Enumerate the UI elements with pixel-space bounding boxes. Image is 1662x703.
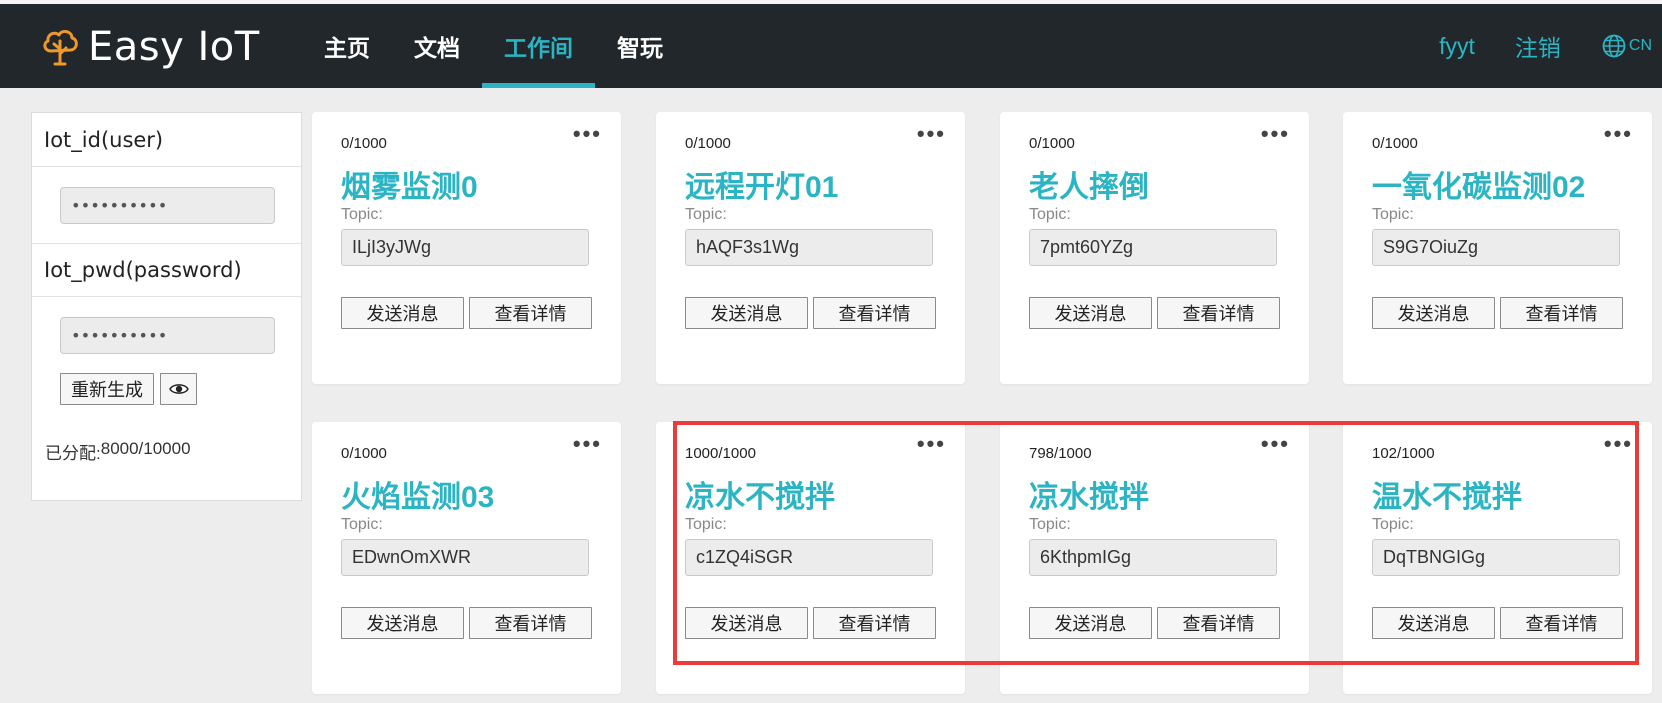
view-details-button[interactable]: 查看详情 bbox=[813, 607, 936, 639]
globe-icon bbox=[1602, 34, 1626, 58]
topic-field[interactable]: S9G7OiuZg bbox=[1372, 229, 1620, 266]
topic-label: Topic: bbox=[341, 206, 383, 223]
topic-label: Topic: bbox=[1029, 206, 1071, 223]
credentials-panel: Iot_id(user) Iot_pwd(password) 重新生成 已分配:… bbox=[31, 112, 302, 501]
more-options-icon[interactable]: ••• bbox=[917, 431, 946, 457]
logo-text: Easy IoT bbox=[88, 24, 260, 70]
device-card: 102/1000 ••• 温水不搅拌 Topic: DqTBNGIGg 发送消息… bbox=[1343, 422, 1652, 694]
language-code: CN bbox=[1628, 37, 1652, 54]
iot-password-field[interactable] bbox=[60, 316, 275, 354]
send-message-button[interactable]: 发送消息 bbox=[1029, 607, 1152, 639]
device-card: 0/1000 ••• 烟雾监测0 Topic: ILjI3yJWg 发送消息 查… bbox=[312, 112, 621, 384]
device-card: 0/1000 ••• 老人摔倒 Topic: 7pmt60YZg 发送消息 查看… bbox=[1000, 112, 1309, 384]
eye-icon bbox=[168, 384, 189, 394]
device-card: 0/1000 ••• 远程开灯01 Topic: hAQF3s1Wg 发送消息 … bbox=[656, 112, 965, 384]
nav-docs[interactable]: 文档 bbox=[392, 4, 482, 88]
allocated-label: 已分配: bbox=[45, 444, 101, 463]
device-title: 远程开灯01 bbox=[685, 171, 839, 204]
user-area: fyyt 注销 CN bbox=[1439, 4, 1652, 88]
nav-home[interactable]: 主页 bbox=[302, 4, 392, 88]
send-message-button[interactable]: 发送消息 bbox=[341, 297, 464, 329]
topic-field[interactable]: ILjI3yJWg bbox=[341, 229, 589, 266]
device-title: 温水不搅拌 bbox=[1372, 481, 1522, 514]
message-count: 102/1000 bbox=[1372, 445, 1435, 462]
device-card: 0/1000 ••• 一氧化碳监测02 Topic: S9G7OiuZg 发送消… bbox=[1343, 112, 1652, 384]
device-card: 798/1000 ••• 凉水搅拌 Topic: 6KthpmIGg 发送消息 … bbox=[1000, 422, 1309, 694]
device-title: 老人摔倒 bbox=[1029, 171, 1149, 204]
device-title: 凉水不搅拌 bbox=[685, 481, 835, 514]
nav-smart-play[interactable]: 智玩 bbox=[595, 4, 685, 88]
message-count: 0/1000 bbox=[341, 135, 387, 152]
topic-field[interactable]: c1ZQ4iSGR bbox=[685, 539, 933, 576]
send-message-button[interactable]: 发送消息 bbox=[341, 607, 464, 639]
device-card: 1000/1000 ••• 凉水不搅拌 Topic: c1ZQ4iSGR 发送消… bbox=[656, 422, 965, 694]
message-count: 0/1000 bbox=[1372, 135, 1418, 152]
more-options-icon[interactable]: ••• bbox=[1261, 121, 1290, 147]
view-details-button[interactable]: 查看详情 bbox=[469, 297, 592, 329]
topic-label: Topic: bbox=[1372, 516, 1414, 533]
language-switcher[interactable]: CN bbox=[1601, 33, 1652, 59]
more-options-icon[interactable]: ••• bbox=[1261, 431, 1290, 457]
topic-field[interactable]: 6KthpmIGg bbox=[1029, 539, 1277, 576]
topic-field[interactable]: EDwnOmXWR bbox=[341, 539, 589, 576]
message-count: 798/1000 bbox=[1029, 445, 1092, 462]
allocation-status: 已分配: 8000/10000 bbox=[32, 439, 301, 464]
send-message-button[interactable]: 发送消息 bbox=[1372, 297, 1495, 329]
send-message-button[interactable]: 发送消息 bbox=[1029, 297, 1152, 329]
message-count: 0/1000 bbox=[1029, 135, 1075, 152]
more-options-icon[interactable]: ••• bbox=[917, 121, 946, 147]
view-details-button[interactable]: 查看详情 bbox=[469, 607, 592, 639]
allocated-value: 8000/10000 bbox=[100, 439, 191, 458]
logout-link[interactable]: 注销 bbox=[1515, 29, 1561, 63]
topic-label: Topic: bbox=[685, 206, 727, 223]
more-options-icon[interactable]: ••• bbox=[573, 431, 602, 457]
topic-label: Topic: bbox=[341, 516, 383, 533]
device-title: 火焰监测03 bbox=[341, 481, 495, 514]
iot-id-field[interactable] bbox=[60, 186, 275, 224]
view-details-button[interactable]: 查看详情 bbox=[1157, 297, 1280, 329]
message-count: 1000/1000 bbox=[685, 445, 756, 462]
send-message-button[interactable]: 发送消息 bbox=[685, 607, 808, 639]
more-options-icon[interactable]: ••• bbox=[1604, 431, 1633, 457]
topic-label: Topic: bbox=[1029, 516, 1071, 533]
toggle-visibility-button[interactable] bbox=[160, 373, 197, 405]
view-details-button[interactable]: 查看详情 bbox=[1500, 297, 1623, 329]
view-details-button[interactable]: 查看详情 bbox=[1157, 607, 1280, 639]
send-message-button[interactable]: 发送消息 bbox=[1372, 607, 1495, 639]
topic-label: Topic: bbox=[685, 516, 727, 533]
nav-workspace[interactable]: 工作间 bbox=[482, 4, 595, 88]
top-navigation-bar: Easy IoT 主页 文档 工作间 智玩 fyyt 注销 CN bbox=[0, 0, 1662, 88]
message-count: 0/1000 bbox=[341, 445, 387, 462]
username-link[interactable]: fyyt bbox=[1439, 33, 1475, 60]
more-options-icon[interactable]: ••• bbox=[573, 121, 602, 147]
topic-label: Topic: bbox=[1372, 206, 1414, 223]
device-title: 凉水搅拌 bbox=[1029, 481, 1149, 514]
device-title: 烟雾监测0 bbox=[341, 171, 478, 204]
topic-field[interactable]: DqTBNGIGg bbox=[1372, 539, 1620, 576]
logo[interactable]: Easy IoT bbox=[40, 22, 260, 72]
cloud-tree-icon bbox=[43, 29, 78, 66]
topic-field[interactable]: 7pmt60YZg bbox=[1029, 229, 1277, 266]
main-nav: 主页 文档 工作间 智玩 bbox=[302, 4, 685, 88]
regenerate-button[interactable]: 重新生成 bbox=[60, 373, 154, 405]
device-card: 0/1000 ••• 火焰监测03 Topic: EDwnOmXWR 发送消息 … bbox=[312, 422, 621, 694]
iot-id-label: Iot_id(user) bbox=[32, 113, 301, 167]
device-title: 一氧化碳监测02 bbox=[1372, 171, 1586, 204]
message-count: 0/1000 bbox=[685, 135, 731, 152]
more-options-icon[interactable]: ••• bbox=[1604, 121, 1633, 147]
send-message-button[interactable]: 发送消息 bbox=[685, 297, 808, 329]
topic-field[interactable]: hAQF3s1Wg bbox=[685, 229, 933, 266]
view-details-button[interactable]: 查看详情 bbox=[813, 297, 936, 329]
iot-pwd-label: Iot_pwd(password) bbox=[32, 243, 301, 297]
view-details-button[interactable]: 查看详情 bbox=[1500, 607, 1623, 639]
